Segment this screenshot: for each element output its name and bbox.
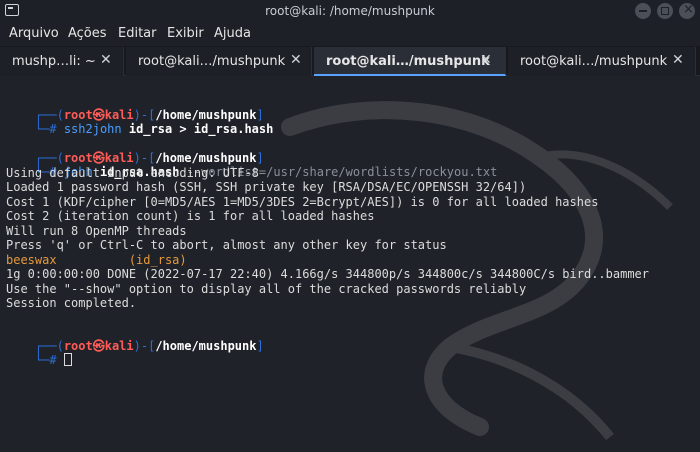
close-tab-icon[interactable]: ✕ (290, 52, 302, 68)
output-line: Loaded 1 password hash (SSH, SSH private… (6, 180, 527, 194)
output-line: Session completed. (6, 296, 137, 310)
tab-label: root@kali…/mushpunk (326, 54, 490, 69)
tab-3-active[interactable]: root@kali…/mushpunk ✕ (314, 47, 506, 76)
menu-ajuda[interactable]: Ajuda (214, 26, 251, 41)
menu-bar: Arquivo Ações Editar Exibir Ajuda (0, 22, 700, 46)
output-line: Using default input encoding: UTF-8 (6, 166, 259, 180)
command-input-line[interactable]: └─# (6, 339, 72, 381)
output-line: Use the "--show" option to display all o… (6, 282, 527, 296)
menu-exibir[interactable]: Exibir (167, 26, 204, 41)
tab-bar: mushp…li: ~ ✕ root@kali…/mushpunk ✕ root… (0, 46, 700, 76)
text-cursor (63, 353, 72, 366)
tab-4[interactable]: root@kali…/mushpunk ✕ (508, 47, 696, 76)
close-tab-icon[interactable]: ✕ (100, 52, 112, 68)
output-line: Cost 1 (KDF/cipher [0=MD5/AES 1=MD5/3DES… (6, 195, 599, 209)
menu-acoes[interactable]: Ações (68, 26, 107, 41)
output-line: Press 'q' or Ctrl-C to abort, almost any… (6, 238, 447, 252)
cracked-password-line: beeswax (id_rsa) (6, 253, 187, 267)
tab-label: mushp…li: ~ (12, 54, 96, 69)
tab-1[interactable]: mushp…li: ~ ✕ (0, 47, 124, 76)
menu-editar[interactable]: Editar (118, 26, 157, 41)
title-bar: root@kali: /home/mushpunk (0, 0, 700, 22)
terminal-area[interactable]: ┌──(root㉿kali)-[/home/mushpunk] └─# ssh2… (0, 77, 700, 452)
menu-arquivo[interactable]: Arquivo (9, 26, 59, 41)
maximize-button[interactable] (657, 3, 673, 19)
tab-label: root@kali…/mushpunk (138, 54, 286, 69)
output-line: Will run 8 OpenMP threads (6, 224, 187, 238)
minimize-button[interactable] (635, 3, 651, 19)
tab-label: root@kali…/mushpunk (520, 54, 668, 69)
output-line: Cost 2 (iteration count) is 1 for all lo… (6, 209, 375, 223)
tab-2[interactable]: root@kali…/mushpunk ✕ (126, 47, 312, 76)
close-tab-icon[interactable]: ✕ (672, 52, 684, 68)
output-line: 1g 0:00:00:00 DONE (2022-07-17 22:40) 4.… (6, 267, 649, 281)
close-tab-icon[interactable]: ✕ (480, 52, 492, 68)
window-title: root@kali: /home/mushpunk (265, 4, 435, 18)
close-window-button[interactable] (679, 2, 695, 19)
